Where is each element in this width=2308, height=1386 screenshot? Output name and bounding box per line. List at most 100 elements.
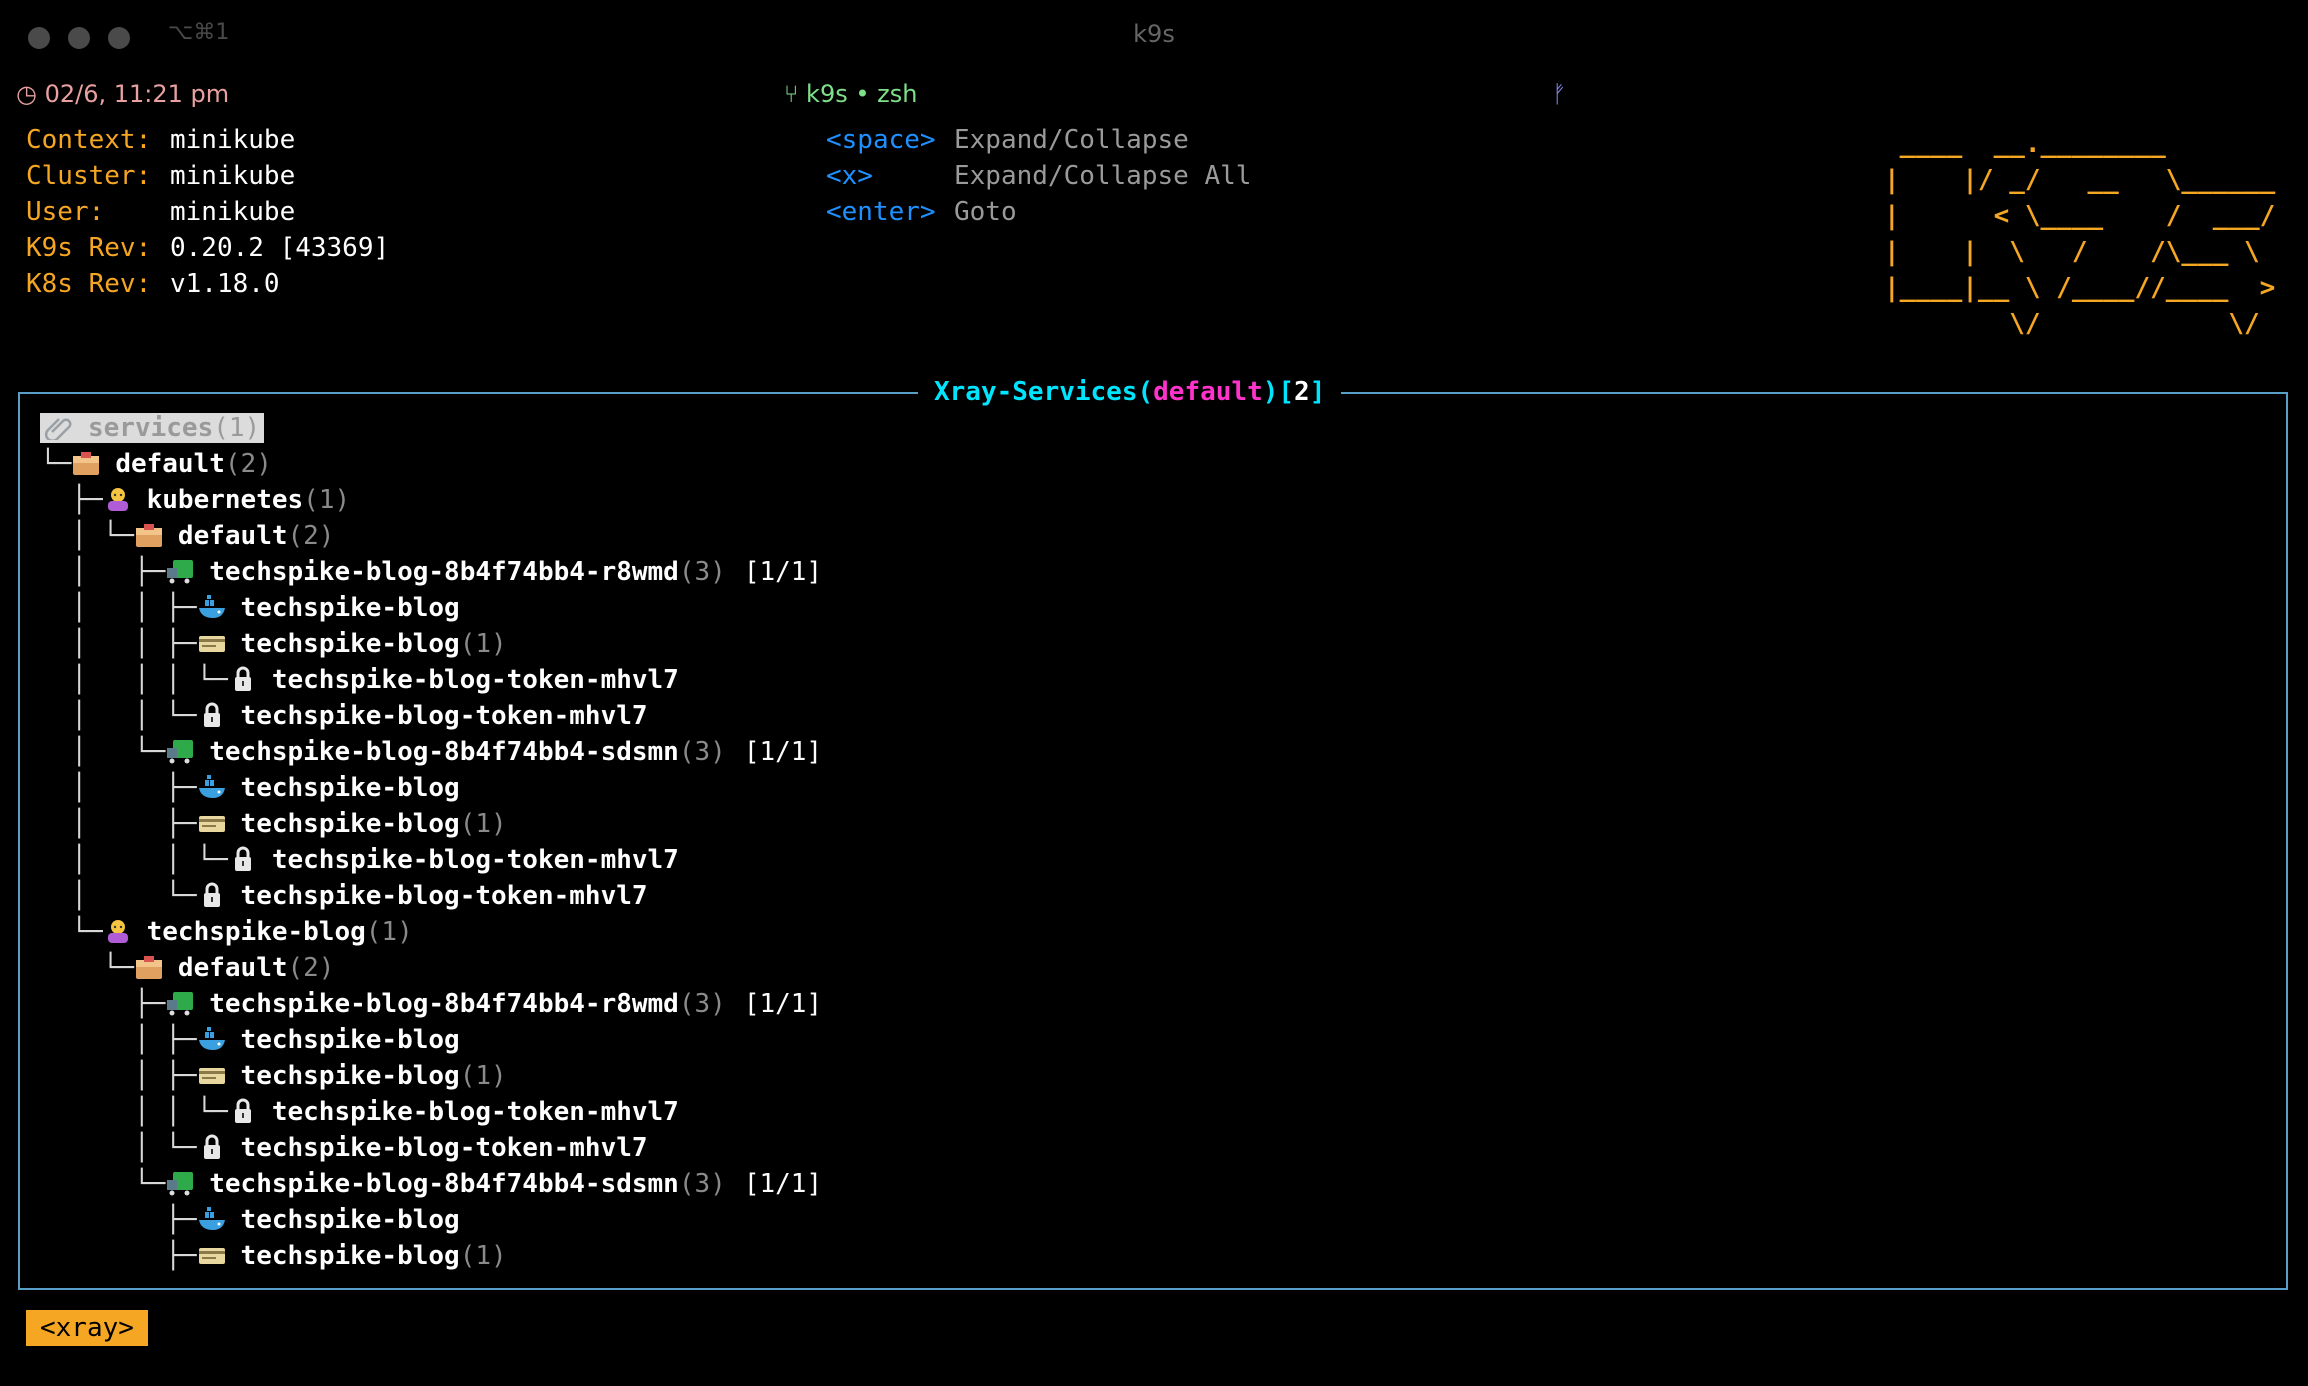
tab-session[interactable]: ⑂ k9s • zsh xyxy=(784,80,917,108)
secret-lock-icon xyxy=(228,846,258,872)
tree-node-name: techspike-blog-8b4f74bb4-r8wmd xyxy=(209,989,679,1019)
tree-node-name: techspike-blog xyxy=(240,773,460,803)
k9s-logo: ____ __.________ | |/ _/ __ \______ | < … xyxy=(1884,129,2276,339)
tree-branch: └─ xyxy=(40,449,72,479)
tree-branch: │ └─ xyxy=(40,737,166,767)
tree-node-name: techspike-blog-token-mhvl7 xyxy=(240,1133,648,1163)
breadcrumb-xray[interactable]: <xray> xyxy=(26,1310,148,1346)
tree-branch: │ ├─ xyxy=(40,1061,197,1091)
tree-node-count: (2) xyxy=(287,953,335,983)
tree-node[interactable]: ├─ techspike-blog-8b4f74bb4-r8wmd(3) [1/1] xyxy=(40,986,822,1022)
tree-node-content[interactable]: techspike-blog xyxy=(197,773,460,803)
serviceaccount-icon xyxy=(197,810,227,836)
tree-node[interactable]: │ ├─ techspike-blog xyxy=(40,1022,822,1058)
tree-node-content[interactable]: techspike-blog xyxy=(197,1205,460,1235)
title-bar: ⌥⌘1 k9s xyxy=(0,0,2308,72)
tree-node[interactable]: │ ├─ techspike-blog xyxy=(40,770,822,806)
tree-node-content[interactable]: techspike-blog xyxy=(197,1025,460,1055)
tree-node-content[interactable]: default(2) xyxy=(134,953,335,983)
tree-node-name: default xyxy=(115,449,225,479)
tree-node-count: (1) xyxy=(459,629,507,659)
tree-node[interactable]: │ └─ default(2) xyxy=(40,518,822,554)
tree-node-count: (1) xyxy=(459,809,507,839)
tree-node-content[interactable]: default(2) xyxy=(134,521,335,551)
tree-node[interactable]: │ └─ techspike-blog-token-mhvl7 xyxy=(40,878,822,914)
tree-node[interactable]: │ ├─ techspike-blog(1) xyxy=(40,806,822,842)
tree-node-name: techspike-blog xyxy=(240,629,460,659)
tree-node[interactable]: │ │ ├─ techspike-blog(1) xyxy=(40,626,822,662)
tree-node-content[interactable]: techspike-blog-token-mhvl7 xyxy=(197,1133,648,1163)
paperclip-icon xyxy=(44,414,74,443)
tree-node-content[interactable]: techspike-blog-8b4f74bb4-sdsmn(3) xyxy=(165,1169,726,1199)
tree-node-content[interactable]: techspike-blog-8b4f74bb4-r8wmd(3) xyxy=(165,989,726,1019)
tree-node-content[interactable]: techspike-blog-8b4f74bb4-sdsmn(3) xyxy=(165,737,726,767)
tree-node-content[interactable]: techspike-blog(1) xyxy=(197,809,507,839)
tree-node[interactable]: └─ default(2) xyxy=(40,446,822,482)
tree-node-count: (2) xyxy=(287,521,335,551)
tree-node[interactable]: └─ techspike-blog-8b4f74bb4-sdsmn(3) [1/1] xyxy=(40,1166,822,1202)
tree-node[interactable]: │ │ │ └─ techspike-blog-token-mhvl7 xyxy=(40,662,822,698)
tree-node-content[interactable]: techspike-blog(1) xyxy=(197,1241,507,1271)
tree-node-content[interactable]: techspike-blog-token-mhvl7 xyxy=(197,881,648,911)
tree-node-content[interactable]: default(2) xyxy=(71,449,272,479)
tree-node[interactable]: ├─ kubernetes(1) xyxy=(40,482,822,518)
tree-node-name: techspike-blog-8b4f74bb4-sdsmn xyxy=(209,1169,679,1199)
tree-node-name: techspike-blog xyxy=(240,1241,460,1271)
tree-branch: ├─ xyxy=(40,1241,197,1271)
tree-node-content[interactable]: techspike-blog-8b4f74bb4-r8wmd(3) xyxy=(165,557,726,587)
tab-clock: ◷ 02/6, 11:21 pm xyxy=(16,80,229,108)
tree-branch: │ ├─ xyxy=(40,773,197,803)
tree-node-name: techspike-blog xyxy=(146,917,366,947)
tree-node[interactable]: services(1) xyxy=(40,410,822,446)
tree-node[interactable]: ├─ techspike-blog xyxy=(40,1202,822,1238)
tree-root-selected[interactable]: services(1) xyxy=(40,413,265,443)
namespace-icon xyxy=(71,450,101,476)
tree-node-name: techspike-blog xyxy=(240,1061,460,1091)
tree-node[interactable]: └─ techspike-blog(1) xyxy=(40,914,822,950)
tree-node-content[interactable]: kubernetes(1) xyxy=(103,485,351,515)
help-row-expand[interactable]: <space> Expand/Collapse xyxy=(826,122,1251,158)
pod-icon xyxy=(165,738,195,764)
tree-node-content[interactable]: techspike-blog(1) xyxy=(197,629,507,659)
tree-node-count: (1) xyxy=(459,1241,507,1271)
tree-node[interactable]: │ │ └─ techspike-blog-token-mhvl7 xyxy=(40,698,822,734)
tree-branch: │ │ └─ xyxy=(40,845,228,875)
secret-lock-icon xyxy=(228,1098,258,1124)
tree-node[interactable]: └─ default(2) xyxy=(40,950,822,986)
tree-node[interactable]: ├─ techspike-blog(1) xyxy=(40,1238,822,1274)
tree-node[interactable]: │ ├─ techspike-blog(1) xyxy=(40,1058,822,1094)
tree-node-count: (1) xyxy=(459,1061,507,1091)
tree-node-content[interactable]: techspike-blog xyxy=(197,593,460,623)
service-icon xyxy=(103,486,133,512)
tree-node-content[interactable]: techspike-blog(1) xyxy=(103,917,413,947)
tree-node-count: (2) xyxy=(224,449,272,479)
info-row-user: User: minikube xyxy=(26,197,296,227)
tree-node-content[interactable]: techspike-blog-token-mhvl7 xyxy=(228,845,679,875)
tree-branch: ├─ xyxy=(40,1205,197,1235)
tree-node[interactable]: │ │ └─ techspike-blog-token-mhvl7 xyxy=(40,842,822,878)
clock-icon: ◷ xyxy=(16,80,37,108)
tree-node-content[interactable]: techspike-blog-token-mhvl7 xyxy=(228,665,679,695)
branch-indicator-icon: ᚠ xyxy=(1552,80,1567,108)
tree-node-name: default xyxy=(177,521,288,551)
help-row-expand-all[interactable]: <x> Expand/Collapse All xyxy=(826,158,1251,194)
tree-node-content[interactable]: techspike-blog-token-mhvl7 xyxy=(228,1097,679,1127)
info-row-cluster: Cluster: minikube xyxy=(26,161,296,191)
tree-branch: │ │ ├─ xyxy=(40,593,197,623)
window-title: k9s xyxy=(1133,20,1175,48)
tree-branch: │ │ └─ xyxy=(40,1097,228,1127)
tree-node[interactable]: │ └─ techspike-blog-8b4f74bb4-sdsmn(3) [1/… xyxy=(40,734,822,770)
tree-node-count: (1) xyxy=(365,917,413,947)
tree-node-name: techspike-blog-8b4f74bb4-r8wmd xyxy=(209,557,679,587)
tree-node[interactable]: │ └─ techspike-blog-token-mhvl7 xyxy=(40,1130,822,1166)
tree-node-status: [1/1] xyxy=(743,557,823,587)
tree-node[interactable]: │ │ ├─ techspike-blog xyxy=(40,590,822,626)
help-row-goto[interactable]: <enter> Goto xyxy=(826,194,1251,230)
tree-node-content[interactable]: techspike-blog-token-mhvl7 xyxy=(197,701,648,731)
tree-node-content[interactable]: techspike-blog(1) xyxy=(197,1061,507,1091)
tree-node-count: (1) xyxy=(303,485,351,515)
tree-node[interactable]: │ │ └─ techspike-blog-token-mhvl7 xyxy=(40,1094,822,1130)
namespace-icon xyxy=(134,954,164,980)
info-row-k8s-rev: K8s Rev: v1.18.0 xyxy=(26,269,280,299)
tree-node[interactable]: │ ├─ techspike-blog-8b4f74bb4-r8wmd(3) [1/… xyxy=(40,554,822,590)
